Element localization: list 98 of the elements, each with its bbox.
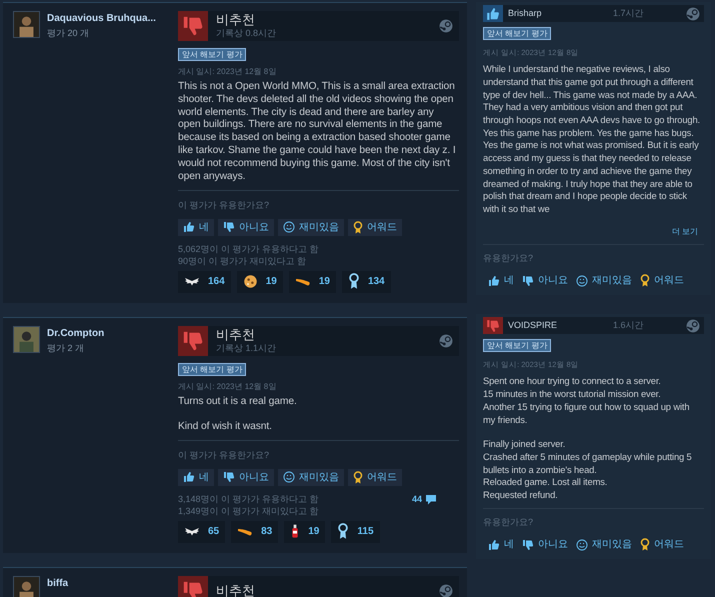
vote-button[interactable]: 재미있음: [576, 536, 632, 554]
bottle-icon: [290, 524, 300, 540]
author-name[interactable]: Daquavious Bruhqua...: [47, 11, 156, 26]
helpful-prompt: 유용한가요?: [483, 252, 534, 265]
playtime: 기록상 1.1시간: [216, 342, 278, 355]
review-text: This is not a Open World MMO, This is a small area extraction shooter. The devs deleted all the old videos showing the open world elements. The city is dead and there are barley any open buildings. There are no survival elements in the game because its based on being a extraction based shooter game like tarkov. Shame the game could have been the next day z. I would not recommend buying this game. Most of the city isn't open anyways.: [178, 81, 457, 184]
author-name[interactable]: VOIDSPIRE: [508, 318, 613, 332]
medal-icon: [353, 470, 363, 484]
author-name[interactable]: Dr.Compton: [47, 326, 104, 341]
vote-button[interactable]: 아니요: [218, 218, 274, 236]
award-chip[interactable]: 164: [178, 270, 231, 293]
review-text: Finally joined server. Crashed after 5 minutes of gameplay while putting 5 bullets into a zombie's head. Reloaded game. Lost all items. Requested refund.: [483, 438, 693, 502]
horn-icon: [294, 276, 311, 287]
vote-button[interactable]: 네: [488, 536, 514, 554]
helpful-count: 5,062명이 이 평가가 유용하다고 함: [178, 242, 319, 255]
playtime: 기록상 0.8시간: [216, 26, 278, 40]
award-chip[interactable]: 134: [342, 270, 391, 293]
medal-icon: [640, 538, 650, 552]
steam-logo-icon: [439, 19, 453, 33]
vote-button[interactable]: 재미있음: [278, 218, 344, 236]
funny-count: 1,349명이 이 평가가 재미있다고 함: [178, 504, 319, 517]
review-text: Turns out it is a real game.: [178, 396, 298, 409]
post-date: 게시 일시: 2023년 12월 8일: [178, 66, 278, 78]
award-chip[interactable]: 19: [288, 270, 336, 293]
vote-button[interactable]: 네: [488, 272, 514, 290]
thumbs-down-icon: [223, 471, 235, 484]
funny-count: 90명이 이 평가가 재미있다고 함: [178, 254, 308, 267]
wings-icon: [184, 526, 200, 538]
early-access-badge: 앞서 해보기 평가: [483, 339, 552, 352]
playtime: 1.6시간: [613, 318, 645, 332]
award-count: 164: [208, 275, 225, 290]
helpful-count: 3,148명이 이 평가가 유용하다고 함: [178, 492, 319, 505]
read-more-link[interactable]: 더 보기: [672, 226, 698, 238]
avatar: [13, 576, 40, 597]
vote-button[interactable]: 아니요: [522, 536, 568, 554]
medal-icon: [353, 220, 363, 234]
smiley-icon: [283, 221, 295, 234]
author-name[interactable]: Brisharp: [508, 6, 613, 20]
vote-button[interactable]: 어워드: [348, 218, 402, 236]
award-count: 19: [308, 525, 320, 540]
award-count: 115: [357, 525, 374, 540]
thumbs-down-icon: [522, 538, 534, 551]
award-count: 134: [368, 275, 385, 290]
smiley-icon: [576, 274, 588, 287]
award-count: 65: [208, 525, 220, 540]
speech-bubble-icon: [425, 494, 437, 506]
smiley-icon: [283, 471, 295, 484]
steam-logo-icon: [439, 334, 453, 348]
helpful-prompt: 유용한가요?: [483, 516, 534, 529]
vote-button[interactable]: 재미있음: [278, 468, 344, 486]
medal-icon: [348, 273, 360, 290]
verdict-label: 비추천: [216, 12, 256, 27]
award-chip[interactable]: 19: [236, 270, 283, 293]
thumbs-up-icon: [488, 274, 500, 287]
award-chip[interactable]: 19: [284, 520, 326, 543]
thumbs-up-icon: [488, 538, 500, 551]
avatar: [13, 11, 40, 38]
early-access-badge: 앞서 해보기 평가: [178, 48, 246, 61]
helpful-prompt: 이 평가가 유용한가요?: [178, 199, 270, 212]
smiley-icon: [576, 538, 588, 551]
helpful-prompt: 이 평가가 유용한가요?: [178, 449, 270, 462]
author-name[interactable]: biffa: [47, 576, 68, 591]
vote-button[interactable]: 재미있음: [576, 272, 632, 290]
medal-icon: [337, 523, 350, 540]
thumbs-up-icon: [183, 221, 195, 234]
horn-icon: [237, 526, 254, 537]
playtime: 1.7시간: [613, 6, 645, 20]
verdict-label: 비추천: [216, 583, 256, 597]
vote-button[interactable]: 어워드: [348, 468, 402, 486]
vote-button[interactable]: 아니요: [218, 468, 274, 486]
review-text: Spent one hour trying to connect to a server. 15 minutes in the worst tutorial mission ever. Another 15 trying to figure out how to squad up with my friends.: [483, 375, 690, 426]
early-access-badge: 앞서 해보기 평가: [483, 27, 552, 40]
medal-icon: [640, 274, 650, 288]
award-count: 83: [261, 525, 272, 540]
vote-button[interactable]: 어워드: [640, 272, 684, 290]
award-chip[interactable]: 115: [331, 520, 380, 543]
thumbs-up-icon: [183, 471, 195, 484]
review-text: Kind of wish it wasnt.: [178, 420, 273, 434]
thumbs-down-icon: [223, 221, 235, 234]
vote-button[interactable]: 아니요: [522, 272, 568, 290]
vote-button[interactable]: 어워드: [640, 536, 684, 554]
review-count: 평가 20 개: [47, 27, 90, 40]
avatar: [13, 326, 40, 353]
comment-count[interactable]: 44: [412, 492, 437, 506]
early-access-badge: 앞서 해보기 평가: [178, 362, 246, 376]
review-count: 평가 2 개: [47, 342, 86, 355]
award-chip[interactable]: 65: [178, 520, 226, 543]
vote-button[interactable]: 네: [178, 468, 214, 486]
award-chip[interactable]: 83: [231, 520, 278, 543]
cookie-icon: [242, 274, 258, 290]
thumbs-down-icon: [522, 274, 534, 287]
award-count: 19: [266, 275, 277, 290]
award-count: 19: [318, 275, 330, 290]
post-date: 게시 일시: 2023년 12월 8일: [178, 380, 278, 393]
verdict-label: 비추천: [216, 326, 256, 342]
review-text: While I understand the negative reviews, I also understand that this game got put through a different type of dev hell... This game was not made by a AAA. They had a very ambitious vision and then got put through hoops not even AAA devs have to go through. Yes this game has problem. Yes the game has bugs. Yes the game is not what was promised. But it is early access and my guess is that they needed to release something in order to try and achieve the game they dreamed of making. I truly hope that they are able to polish that dream and I hope people decide to stick with it so that we: [483, 63, 701, 216]
wings-icon: [184, 276, 200, 288]
vote-button[interactable]: 네: [178, 218, 214, 236]
